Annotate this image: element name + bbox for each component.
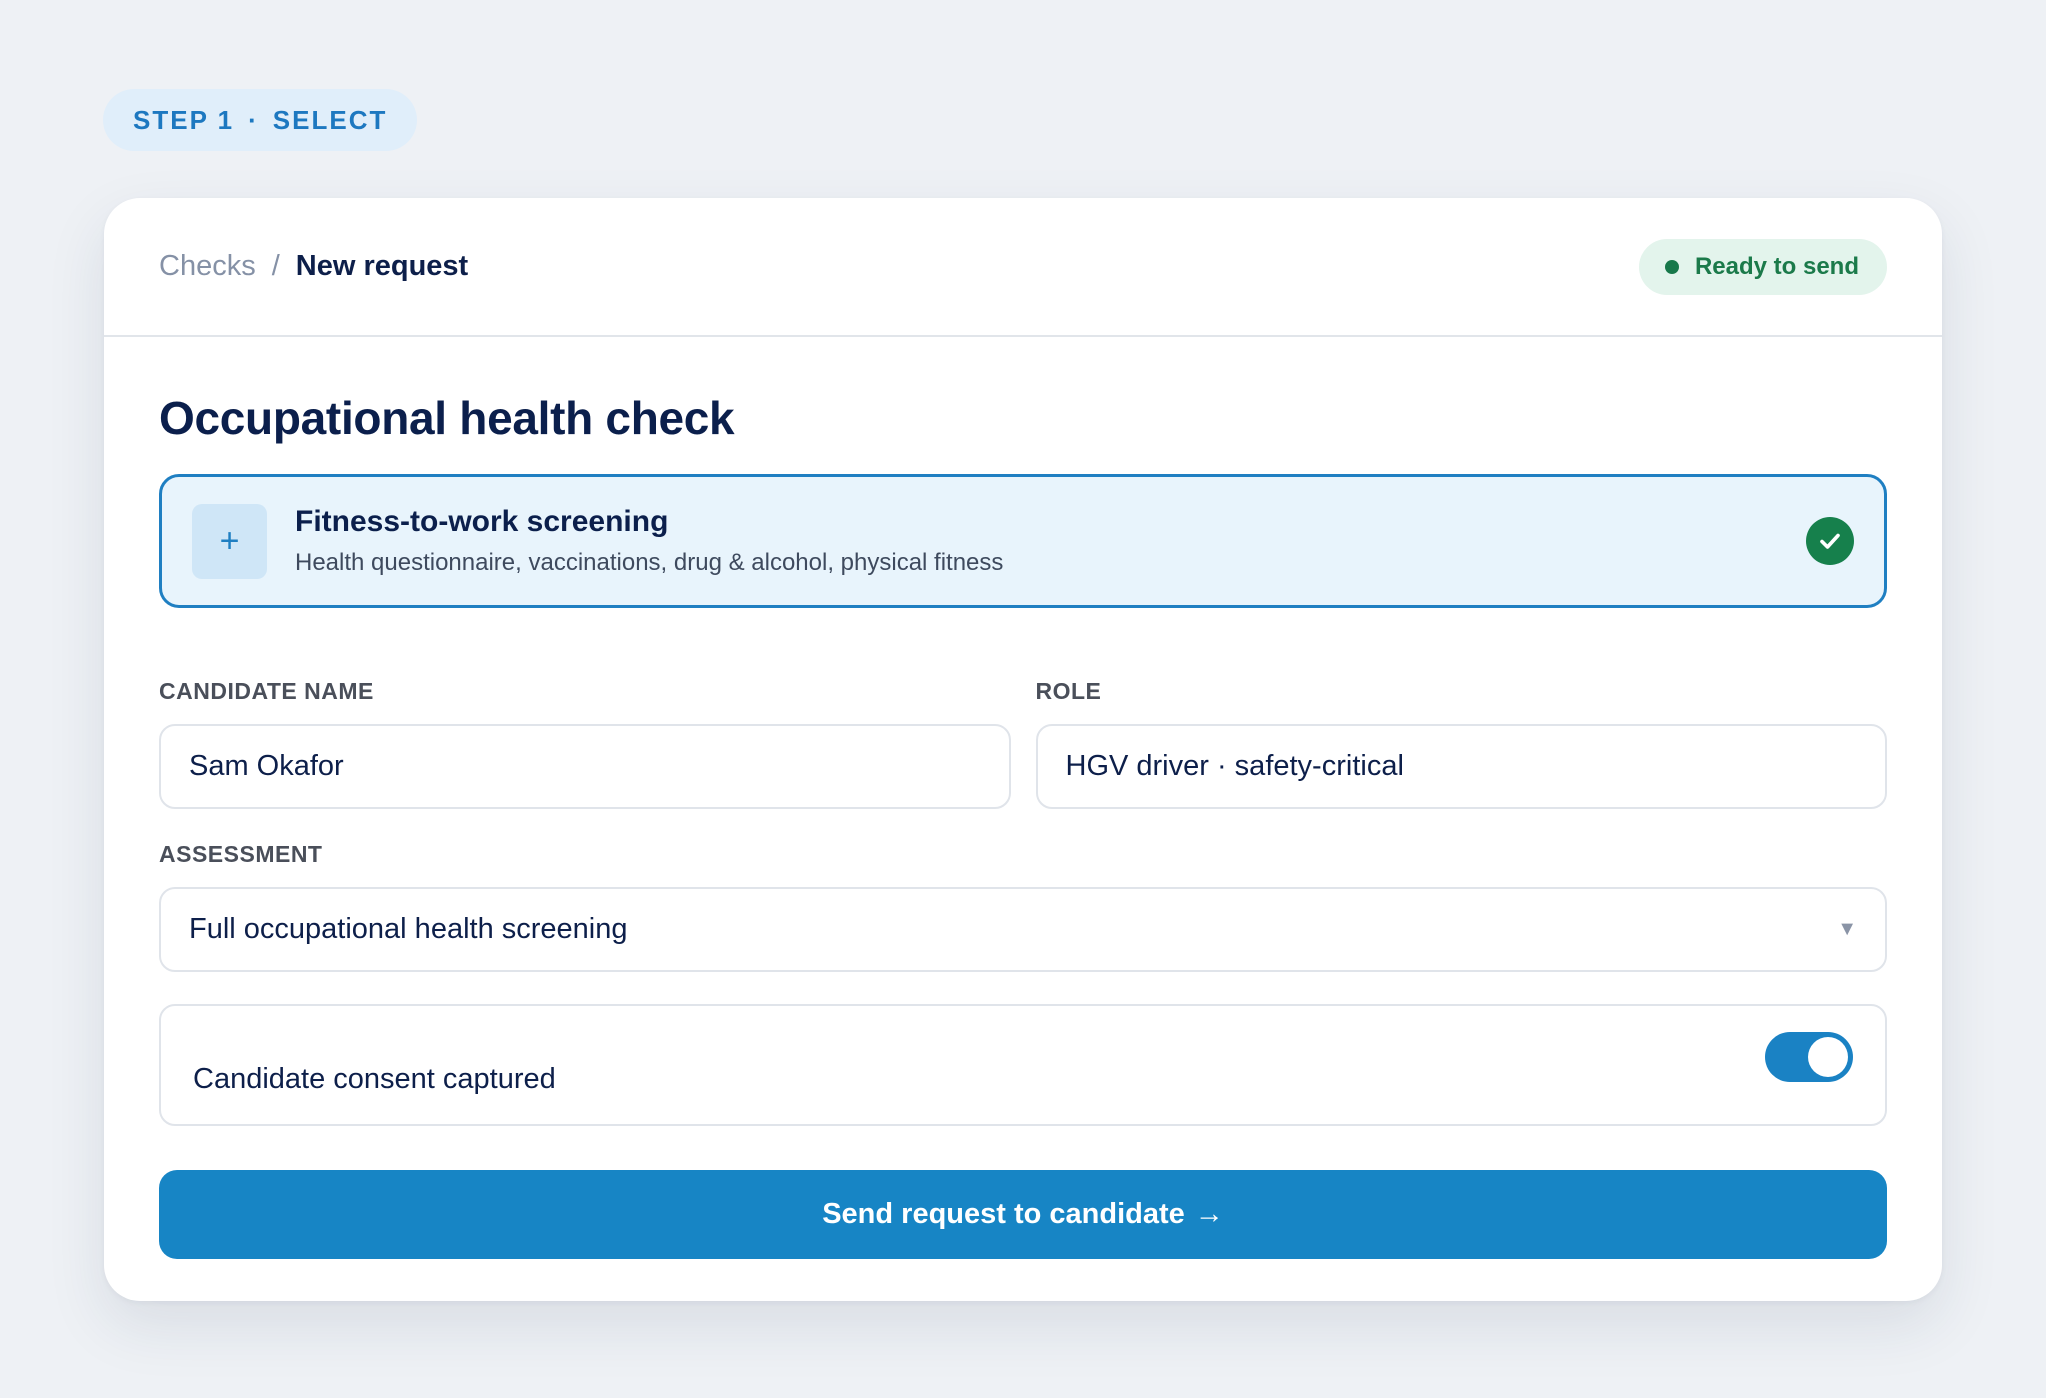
role-label: ROLE	[1035, 678, 1102, 704]
breadcrumb-checks-link[interactable]: Checks	[159, 250, 256, 283]
plus-icon: +	[192, 503, 267, 579]
send-request-button[interactable]: Send request to candidate →	[159, 1170, 1887, 1259]
option-text: Fitness-to-work screening Health questio…	[295, 505, 1806, 577]
checkmark-icon	[1806, 517, 1854, 565]
step-separator: ·	[248, 104, 259, 135]
role-input[interactable]: HGV driver · safety-critical	[1035, 724, 1887, 809]
role-group: ROLE HGV driver · safety-critical	[1035, 678, 1887, 809]
option-title: Fitness-to-work screening	[295, 505, 669, 538]
assessment-value: Full occupational health screening	[189, 913, 628, 945]
request-card: Checks / New request Ready to send Occup…	[104, 198, 1942, 1301]
consent-toggle[interactable]	[1765, 1032, 1853, 1082]
card-header: Checks / New request Ready to send	[104, 198, 1942, 337]
candidate-name-group: CANDIDATE NAME Sam Okafor	[159, 678, 1011, 809]
breadcrumb-current: New request	[295, 250, 469, 282]
status-dot-icon	[1664, 259, 1679, 274]
send-button-label: Send request to candidate	[822, 1198, 1185, 1230]
check-option-fitness-to-work[interactable]: + Fitness-to-work screening Health quest…	[159, 474, 1887, 608]
page: STEP 1 · SELECT Checks / New request Rea…	[0, 0, 2046, 1398]
arrow-right-icon: →	[1194, 1198, 1224, 1230]
chevron-down-icon: ▼	[1837, 918, 1857, 940]
candidate-name-label: CANDIDATE NAME	[159, 678, 374, 704]
status-badge: Ready to send	[1638, 238, 1887, 295]
step-name: SELECT	[272, 104, 388, 135]
checkmark-svg	[1820, 533, 1840, 549]
option-description: Health questionnaire, vaccinations, drug…	[295, 549, 1004, 576]
breadcrumb-separator: /	[271, 250, 280, 282]
step-indicator: STEP 1 · SELECT	[103, 89, 418, 151]
toggle-knob	[1808, 1037, 1848, 1077]
assessment-group: ASSESSMENT Full occupational health scre…	[159, 841, 1887, 972]
breadcrumb: Checks / New request	[159, 250, 468, 283]
consent-label: Candidate consent captured	[193, 1062, 556, 1095]
status-label: Ready to send	[1694, 252, 1859, 280]
candidate-name-input[interactable]: Sam Okafor	[159, 724, 1011, 809]
assessment-select[interactable]: Full occupational health screening ▼	[159, 887, 1887, 972]
assessment-label: ASSESSMENT	[159, 841, 323, 867]
name-role-row: CANDIDATE NAME Sam Okafor ROLE HGV drive…	[159, 678, 1887, 809]
card-body: Occupational health check + Fitness-to-w…	[104, 391, 1942, 1259]
step-number: STEP 1	[133, 104, 235, 135]
page-title: Occupational health check	[159, 392, 735, 444]
consent-row: Candidate consent captured	[159, 1004, 1887, 1126]
